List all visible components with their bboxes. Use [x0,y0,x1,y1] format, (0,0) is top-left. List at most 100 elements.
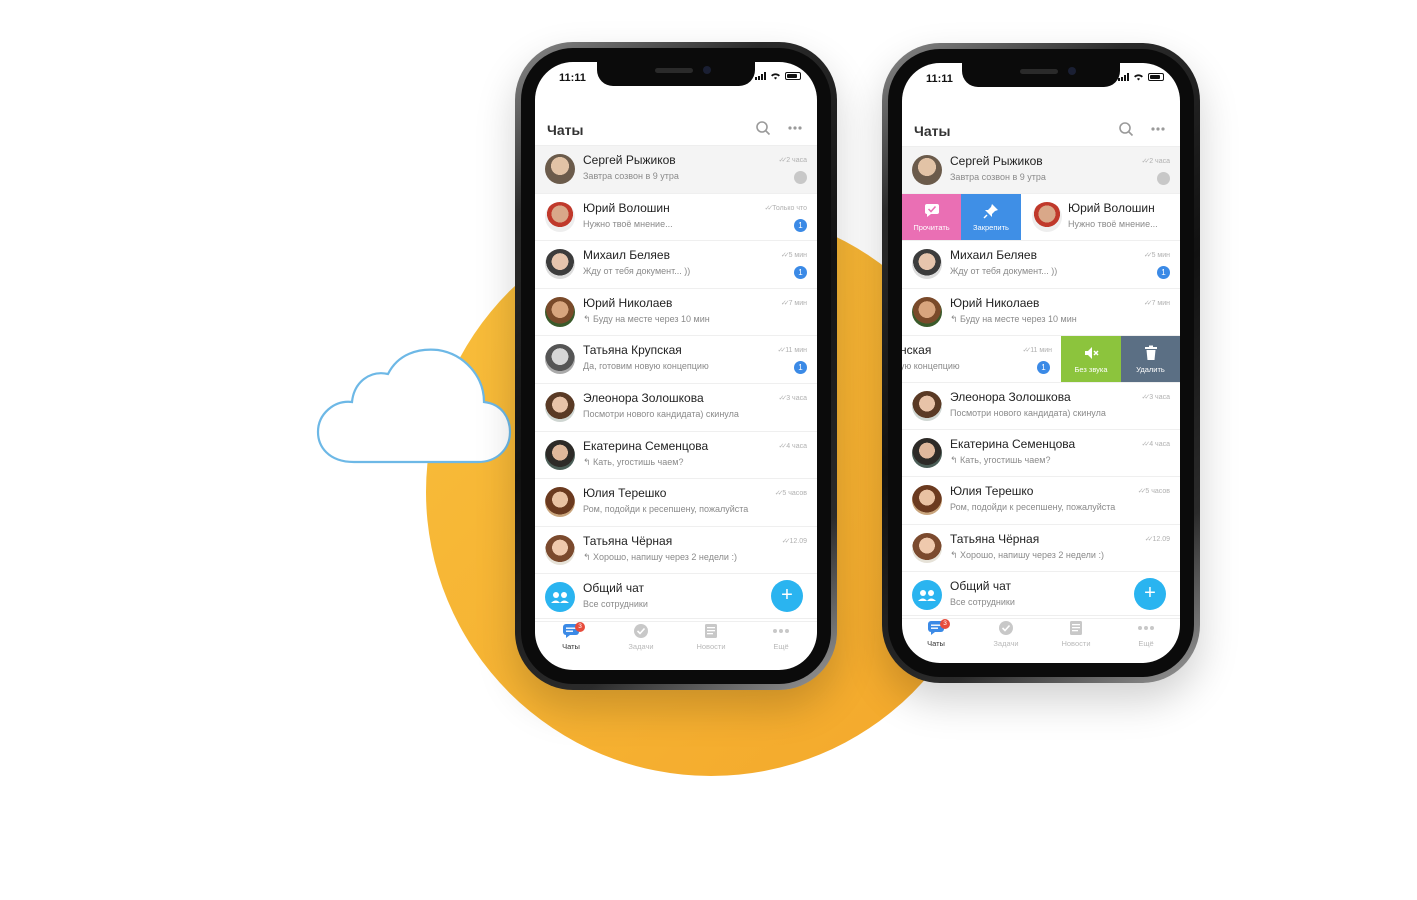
chat-row[interactable]: Татьяна Чёрная ↰ Хорошо, напишу через 2 … [902,524,1180,572]
chat-row[interactable]: Юрий Николаев ↰ Буду на месте через 10 м… [902,288,1180,336]
chat-row-swiped-right[interactable]: Прочитать Закрепить Юрий Волошин Нужно т… [902,194,1180,242]
tab-tasks[interactable]: Задачи [976,620,1036,648]
chat-name: Общий чат [950,578,1011,593]
tab-news[interactable]: Новости [681,623,741,651]
chat-read-icon [924,204,939,218]
unread-badge: 1 [794,266,807,280]
search-icon[interactable] [755,120,771,136]
chat-name: Юрий Волошин [583,200,670,215]
chat-name: Михаил Беляев [950,248,1037,263]
chat-time: 4 часа [1142,440,1170,448]
unread-badge: 1 [794,361,807,375]
tab-badge: 3 [940,619,950,629]
chat-time: 5 часов [1138,487,1170,495]
chat-time: Только что [764,204,807,212]
tab-more[interactable]: Ещё [1116,620,1176,648]
action-label: Закрепить [973,223,1009,233]
new-chat-button[interactable]: + [1134,577,1166,610]
trash-icon [1144,345,1157,360]
chat-preview: ↰ Буду на месте через 10 мин [950,313,1077,324]
chat-row[interactable]: Екатерина Семенцова ↰ Кать, угостишь чае… [902,430,1180,478]
chat-name: Татьяна Чёрная [583,533,673,548]
chat-name: Общий чат [583,581,644,596]
chat-time: 12.09 [1145,535,1170,543]
chat-row[interactable]: Михаил Беляев Жду от тебя документ... ))… [535,241,817,289]
chat-time: 12.09 [782,537,807,545]
phone-right: 11:11 Чаты Сергей Рыжиков Завтра созвон … [882,43,1200,683]
avatar [912,296,942,327]
action-label: Прочитать [913,223,950,233]
chat-row-swiped-left[interactable]: нская ую концепцию 11 мин 1 Без звука Уд… [902,335,1180,383]
chat-row[interactable]: Элеонора Золошкова Посмотри нового канди… [902,382,1180,431]
chat-row[interactable]: Татьяна Крупская Да, готовим новую конце… [535,336,817,384]
chat-row[interactable]: Сергей Рыжиков Завтра созвон в 9 утра 2 … [902,147,1180,195]
chat-preview: ↰ Буду на месте через 10 мин [583,313,710,324]
delete-action-button[interactable]: Удалить [1121,335,1180,382]
avatar [545,487,575,518]
chat-name: нская [902,342,932,357]
chat-row[interactable]: Элеонора Золошкова Посмотри нового канди… [535,383,817,432]
chat-time: 5 мин [1144,251,1170,259]
tab-more[interactable]: Ещё [751,623,811,651]
tab-news[interactable]: Новости [1046,620,1106,648]
chat-name: Татьяна Крупская [583,343,682,358]
notch [597,62,755,86]
pin-action-button[interactable]: Закрепить [961,194,1021,241]
chat-preview: Нужно твоё мнение... [1068,219,1158,230]
check-circle-icon [999,621,1013,635]
more-icon[interactable] [787,120,803,136]
more-icon[interactable] [1150,121,1166,137]
chat-name: Татьяна Чёрная [950,531,1040,546]
chat-row[interactable]: Общий чат Все сотрудники + [535,574,817,622]
status-time: 11:11 [559,72,586,84]
chat-row[interactable]: Юрий Николаев ↰ Буду на месте через 10 м… [535,288,817,337]
tab-label: Задачи [628,642,654,651]
chat-name: Сергей Рыжиков [583,153,676,167]
avatar [912,155,942,185]
chat-name: Элеонора Золошкова [950,389,1071,404]
chat-time: 7 мин [1144,299,1170,307]
chat-row[interactable]: Юрий Волошин Нужно твоё мнение... Только… [535,193,817,242]
tab-label: Новости [1061,639,1091,648]
chat-list: Сергей Рыжиков Завтра созвон в 9 утра 2 … [535,146,817,622]
chat-time: 5 часов [775,489,807,497]
chat-time: 4 часа [779,442,807,450]
mute-action-button[interactable]: Без звука [1061,335,1121,382]
avatar [912,438,942,469]
chat-time: 2 часа [1142,157,1170,165]
chat-preview: Завтра созвон в 9 утра [583,171,679,181]
chat-row[interactable]: Юлия Терешко Ром, подойди к ресепшену, п… [535,479,817,527]
avatar [912,249,942,280]
status-time: 11:11 [926,73,953,85]
avatar [1032,202,1062,233]
battery-icon [785,72,801,80]
chat-time: 3 часа [1142,393,1170,401]
avatar [545,344,575,375]
read-action-button[interactable]: Прочитать [902,194,961,241]
tab-tasks[interactable]: Задачи [611,623,671,651]
signal-icon [755,72,766,80]
chat-preview: Посмотри нового кандидата) скинула [950,407,1106,418]
chat-name: Сергей Рыжиков [950,154,1043,168]
newspaper-icon [705,624,717,638]
group-chat-icon [912,579,942,610]
search-icon[interactable] [1118,121,1134,137]
page-title: Чаты [547,122,584,138]
new-chat-button[interactable]: + [771,580,803,613]
chat-row[interactable]: Юлия Терешко Ром, подойди к ресепшену, п… [902,477,1180,525]
chat-row[interactable]: Общий чат Все сотрудники + [902,571,1180,619]
chat-row[interactable]: Михаил Беляев Жду от тебя документ... ))… [902,241,1180,289]
chat-row[interactable]: Татьяна Чёрная ↰ Хорошо, напишу через 2 … [535,526,817,575]
chat-preview: Да, готовим новую концепцию [583,361,709,372]
chat-preview: ↰ Хорошо, напишу через 2 недели :) [583,551,737,562]
tab-chats[interactable]: 3 Чаты [906,619,966,648]
chat-row[interactable]: Екатерина Семенцова ↰ Кать, угостишь чае… [535,431,817,480]
action-label: Удалить [1136,364,1165,374]
chat-preview: ↰ Хорошо, напишу через 2 недели :) [950,549,1104,560]
chat-preview: Жду от тебя документ... )) [583,266,691,277]
tab-chats[interactable]: 3 Чаты [541,622,601,651]
phone-right-screen: 11:11 Чаты Сергей Рыжиков Завтра созвон … [902,63,1180,663]
phone-left: 11:11 Чаты Сергей Рыжиков Завтра созвон … [515,42,837,690]
tab-badge: 3 [575,622,585,632]
chat-row[interactable]: Сергей Рыжиков Завтра созвон в 9 утра 2 … [535,146,817,194]
